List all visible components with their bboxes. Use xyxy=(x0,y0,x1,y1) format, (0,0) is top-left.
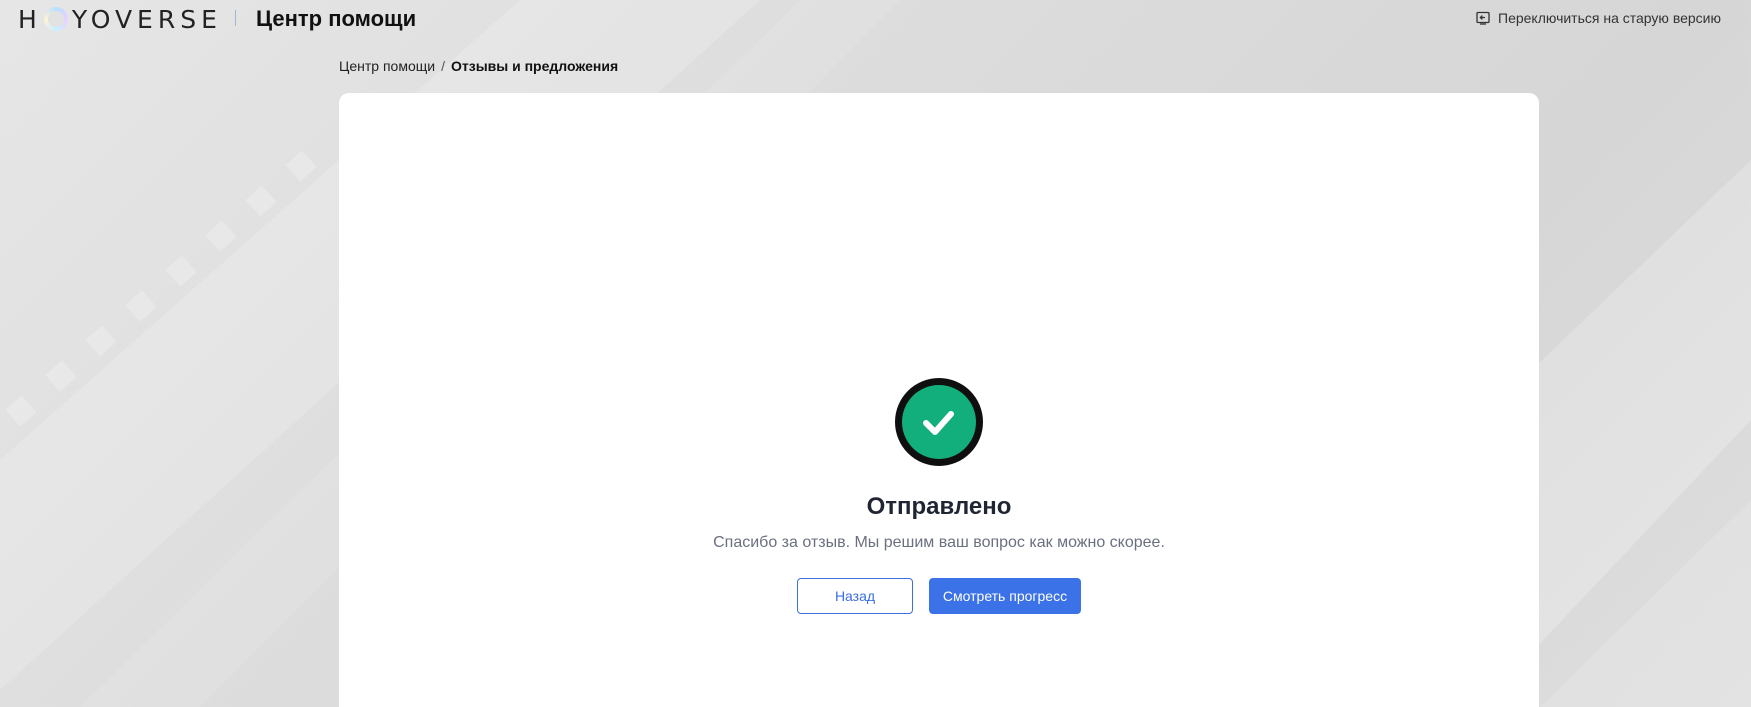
switch-old-version-label: Переключиться на старую версию xyxy=(1498,10,1721,26)
hoyoverse-logo[interactable]: H YOVERSE xyxy=(18,3,222,35)
back-button[interactable]: Назад xyxy=(797,578,913,614)
top-header: H YOVERSE Центр помощи Переключиться на с… xyxy=(0,0,1751,40)
breadcrumb-current: Отзывы и предложения xyxy=(450,58,619,74)
breadcrumb: Центр помощи / Отзывы и предложения xyxy=(339,58,618,74)
status-title: Отправлено xyxy=(866,493,1012,520)
switch-old-version-link[interactable]: Переключиться на старую версию xyxy=(1476,10,1721,26)
view-progress-button[interactable]: Смотреть прогресс xyxy=(929,578,1081,614)
result-card: Отправлено Спасибо за отзыв. Мы решим ва… xyxy=(339,93,1539,707)
header-divider xyxy=(235,10,236,26)
breadcrumb-separator: / xyxy=(441,58,445,74)
success-check-icon xyxy=(895,378,983,466)
breadcrumb-help-center[interactable]: Центр помощи xyxy=(339,58,435,74)
page-title: Центр помощи xyxy=(256,6,417,31)
logo-ring-icon xyxy=(43,7,68,31)
status-message: Спасибо за отзыв. Мы решим ваш вопрос ка… xyxy=(713,534,1165,551)
exit-to-old-version-icon xyxy=(1476,11,1490,25)
